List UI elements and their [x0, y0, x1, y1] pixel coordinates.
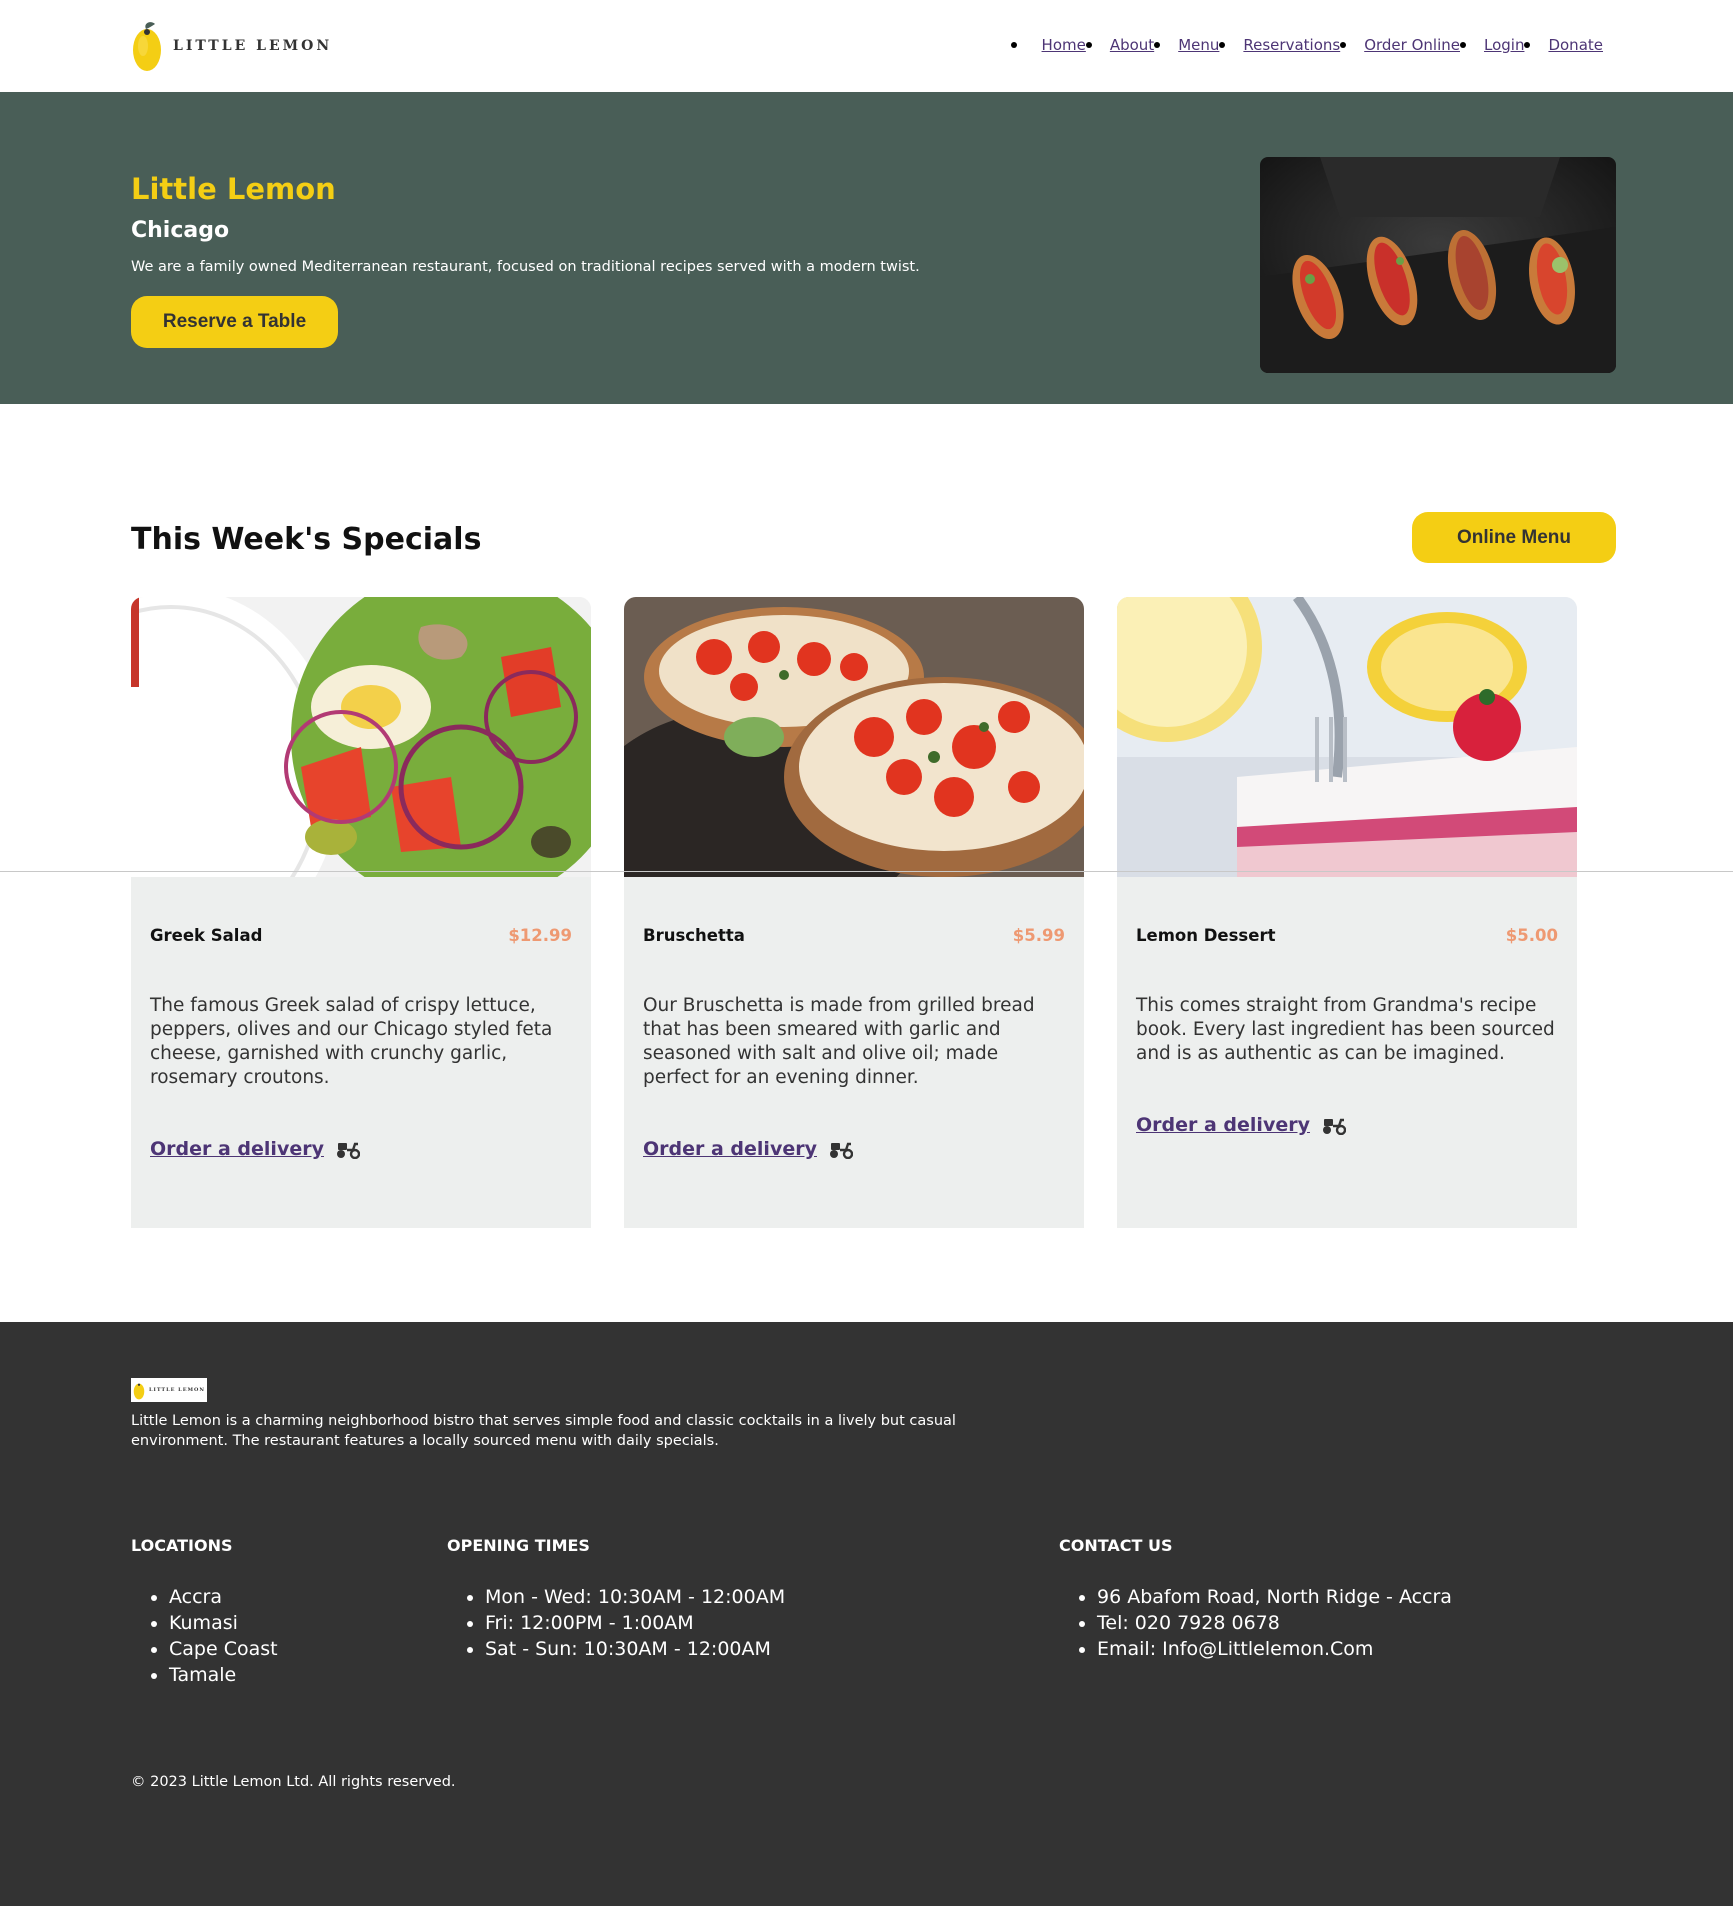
- contact-item: Tel: 020 7928 0678: [1097, 1610, 1452, 1636]
- footer-logo[interactable]: LITTLE LEMON: [131, 1378, 207, 1402]
- greek-salad-photo-icon: [131, 597, 591, 967]
- specials-title: This Week's Specials: [131, 522, 482, 557]
- hero-description: We are a family owned Mediterranean rest…: [131, 259, 920, 275]
- card-price: $5.00: [1505, 926, 1558, 945]
- copyright-text: © 2023 Little Lemon Ltd. All rights rese…: [131, 1774, 456, 1790]
- card-image: [131, 597, 591, 967]
- card-price: $12.99: [508, 926, 572, 945]
- site-footer: LITTLE LEMON Little Lemon is a charming …: [0, 1322, 1733, 1906]
- card-price: $5.99: [1012, 926, 1065, 945]
- nav-about-label: About: [1109, 36, 1155, 54]
- card-title: Bruschetta: [643, 926, 745, 945]
- hero-image: [1260, 157, 1616, 373]
- nav-reservations[interactable]: Reservations: [1243, 36, 1347, 54]
- order-delivery-row: Order a delivery: [1136, 1114, 1346, 1136]
- opening-time-item: Fri: 12:00PM - 1:00AM: [485, 1610, 785, 1636]
- footer-locations-heading: LOCATIONS: [131, 1536, 233, 1555]
- nav-bullet: [1085, 42, 1092, 48]
- order-delivery-link[interactable]: Order a delivery: [1136, 1114, 1310, 1136]
- scooter-icon: [336, 1142, 360, 1159]
- footer-logo-text: LITTLE LEMON: [149, 1387, 205, 1393]
- main-nav: Home About Menu Reservations Order Onlin…: [1010, 36, 1603, 54]
- nav-bullet: [1010, 42, 1017, 48]
- opening-times-list: Mon - Wed: 10:30AM - 12:00AM Fri: 12:00P…: [447, 1584, 785, 1662]
- site-logo[interactable]: LITTLE LEMON: [131, 20, 332, 72]
- locations-list: Accra Kumasi Cape Coast Tamale: [131, 1584, 278, 1688]
- special-card-greek-salad: Greek Salad $12.99 The famous Greek sala…: [131, 597, 591, 1228]
- card-image: [624, 597, 1084, 927]
- footer-contact: CONTACT US 96 Abafom Road, North Ridge -…: [1059, 1536, 1452, 1662]
- nav-home[interactable]: Home: [1041, 36, 1092, 54]
- nav-order-online[interactable]: Order Online: [1364, 36, 1466, 54]
- nav-donate-label: Donate: [1548, 36, 1603, 54]
- hero-subtitle: Chicago: [131, 218, 230, 243]
- contact-item: 96 Abafom Road, North Ridge - Accra: [1097, 1584, 1452, 1610]
- nav-login-label: Login: [1483, 36, 1525, 54]
- order-delivery-link[interactable]: Order a delivery: [643, 1138, 817, 1160]
- order-delivery-link[interactable]: Order a delivery: [150, 1138, 324, 1160]
- logo-text: LITTLE LEMON: [173, 38, 333, 54]
- hero-section: Little Lemon Chicago We are a family own…: [0, 92, 1733, 404]
- nav-home-label: Home: [1041, 36, 1086, 54]
- nav-bullet: [1340, 42, 1347, 48]
- bruschetta-platter-photo-icon: [1260, 157, 1616, 373]
- contact-item: Email: Info@Littlelemon.Com: [1097, 1636, 1452, 1662]
- footer-description: Little Lemon is a charming neighborhood …: [131, 1413, 956, 1449]
- nav-bullet: [1524, 42, 1531, 48]
- footer-contact-heading: CONTACT US: [1059, 1536, 1173, 1555]
- order-delivery-row: Order a delivery: [150, 1138, 360, 1160]
- card-description: Our Bruschetta is made from grilled brea…: [643, 995, 1035, 1088]
- lemon-logo-icon: [133, 22, 161, 71]
- hero-title: Little Lemon: [131, 172, 336, 206]
- nav-reservations-label: Reservations: [1243, 36, 1341, 54]
- nav-menu[interactable]: Menu: [1178, 36, 1226, 54]
- lemon-logo-icon: [133, 1383, 145, 1400]
- location-item: Kumasi: [169, 1610, 278, 1636]
- horizontal-divider: [0, 871, 1733, 872]
- footer-locations: LOCATIONS Accra Kumasi Cape Coast Tamale: [131, 1536, 278, 1688]
- opening-time-item: Sat - Sun: 10:30AM - 12:00AM: [485, 1636, 785, 1662]
- nav-bullet: [1219, 42, 1226, 48]
- nav-donate[interactable]: Donate: [1548, 36, 1603, 54]
- special-card-lemon-dessert: Lemon Dessert $5.00 This comes straight …: [1117, 597, 1577, 1228]
- nav-login[interactable]: Login: [1483, 36, 1531, 54]
- nav-bullet: [1459, 42, 1466, 48]
- card-image: [1117, 597, 1577, 877]
- bruschetta-photo-icon: [624, 597, 1084, 927]
- scooter-icon: [829, 1142, 853, 1159]
- footer-opening-times: OPENING TIMES Mon - Wed: 10:30AM - 12:00…: [447, 1536, 785, 1662]
- card-title: Greek Salad: [150, 926, 263, 945]
- contact-list: 96 Abafom Road, North Ridge - Accra Tel:…: [1059, 1584, 1452, 1662]
- card-description: This comes straight from Grandma's recip…: [1136, 995, 1555, 1064]
- online-menu-button[interactable]: Online Menu: [1412, 512, 1616, 563]
- card-title: Lemon Dessert: [1136, 926, 1276, 945]
- location-item: Tamale: [169, 1662, 278, 1688]
- nav-menu-label: Menu: [1178, 36, 1220, 54]
- opening-time-item: Mon - Wed: 10:30AM - 12:00AM: [485, 1584, 785, 1610]
- footer-opening-times-heading: OPENING TIMES: [447, 1536, 590, 1555]
- reserve-table-button[interactable]: Reserve a Table: [131, 296, 338, 348]
- card-description: The famous Greek salad of crispy lettuce…: [150, 995, 553, 1088]
- lemon-dessert-photo-icon: [1117, 597, 1577, 877]
- special-card-bruschetta: Bruschetta $5.99 Our Bruschetta is made …: [624, 597, 1084, 1228]
- location-item: Cape Coast: [169, 1636, 278, 1662]
- order-delivery-row: Order a delivery: [643, 1138, 853, 1160]
- location-item: Accra: [169, 1584, 278, 1610]
- nav-bullet: [1154, 42, 1161, 48]
- scooter-icon: [1322, 1118, 1346, 1135]
- nav-about[interactable]: About: [1109, 36, 1161, 54]
- site-header: LITTLE LEMON Home About Menu Reservation…: [0, 0, 1733, 92]
- nav-order-online-label: Order Online: [1364, 36, 1460, 54]
